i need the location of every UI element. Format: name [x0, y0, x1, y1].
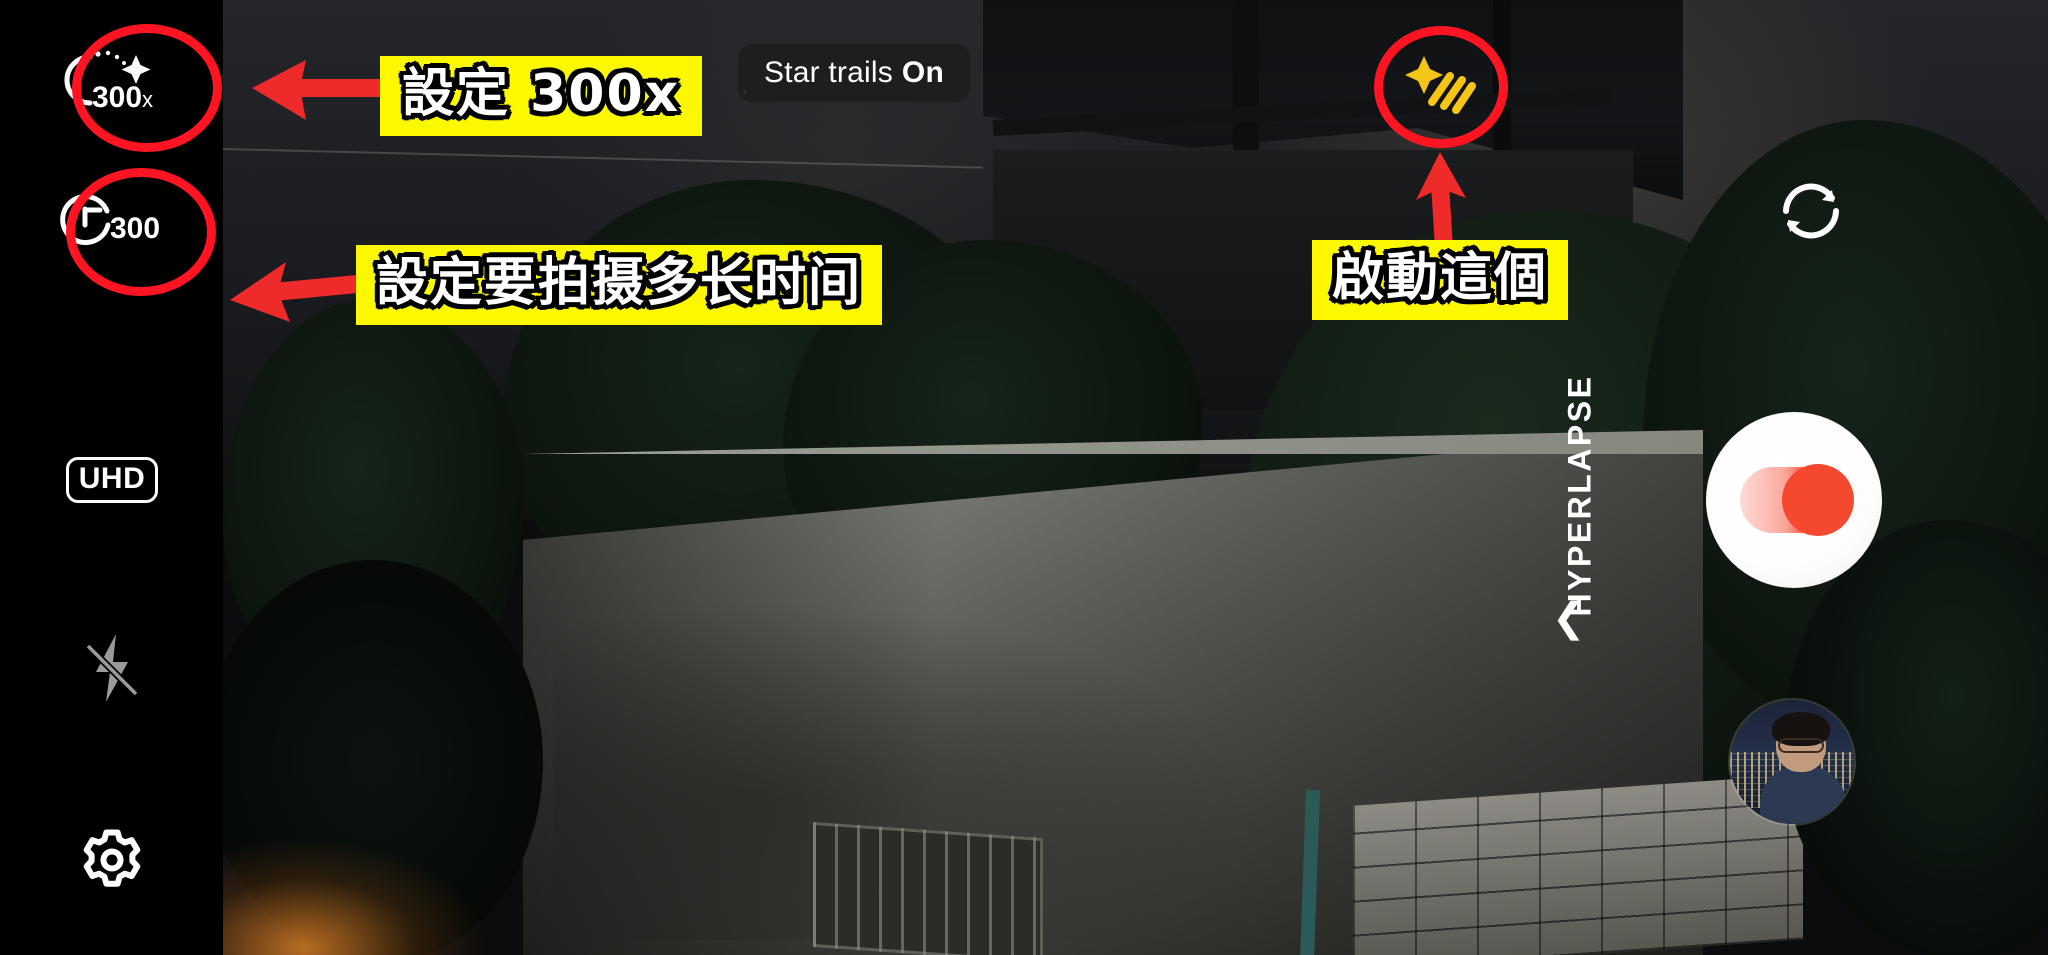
status-pill-value: On	[901, 56, 944, 89]
avatar	[1760, 712, 1846, 824]
annotation-circle-timer	[66, 168, 216, 296]
camera-app-screen: 300 x 300 UHD Star trails On HYPERLAPSE …	[0, 0, 2048, 955]
annotation-arrow-star-trails	[1416, 152, 1466, 250]
record-dot	[1782, 464, 1854, 536]
status-pill-prefix: Star trails	[764, 56, 893, 89]
annotation-label-zoom-text: 設定 300x	[402, 64, 681, 124]
street-lamp-glow	[223, 840, 483, 955]
annotation-label-zoom: 設定 300x	[380, 56, 703, 136]
annotation-label-timer-text: 設定要拍摄多长时间	[376, 253, 863, 313]
star-trails-status-pill: Star trails On	[738, 44, 970, 102]
uhd-badge-icon: UHD	[65, 457, 159, 503]
flash-toggle-button[interactable]	[52, 608, 172, 728]
mode-label: HYPERLAPSE	[1561, 374, 1598, 616]
settings-button[interactable]	[52, 800, 172, 920]
resolution-button[interactable]: UHD	[52, 420, 172, 540]
annotation-label-timer: 設定要拍摄多长时间	[356, 245, 883, 325]
record-toggle-icon	[1740, 464, 1854, 536]
camera-switch-icon	[1783, 183, 1839, 239]
camera-switch-button[interactable]	[1768, 168, 1854, 254]
chevron-left-icon[interactable]: ❮	[1552, 598, 1586, 638]
avatar-body	[1760, 766, 1846, 824]
annotation-label-star-trails: 啟動這個	[1312, 240, 1569, 320]
shooting-star-icon[interactable]	[1398, 50, 1484, 124]
annotation-arrow-zoom	[252, 60, 400, 120]
flash-off-icon	[85, 634, 139, 702]
gear-icon	[83, 829, 141, 887]
avatar-glasses	[1778, 738, 1824, 753]
annotation-label-star-trails-text: 啟動這個	[1332, 248, 1549, 308]
annotation-circle-zoom	[72, 24, 222, 152]
gallery-thumbnail-button[interactable]	[1728, 698, 1856, 826]
window-bars	[813, 821, 1043, 955]
shutter-button[interactable]	[1706, 412, 1882, 588]
